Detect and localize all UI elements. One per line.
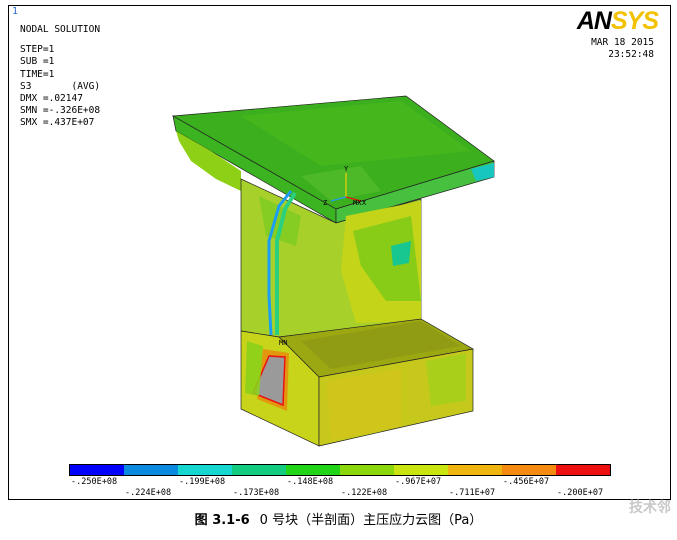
legend-label-upper: -.148E+08 xyxy=(287,477,334,487)
legend-swatch xyxy=(70,465,124,475)
axis-z-label: Z xyxy=(323,199,327,207)
figure-caption: 图 3.1-6 0 号块（半剖面）主压应力云图（Pa） xyxy=(0,509,677,528)
legend-label-lower: -.200E+07 xyxy=(557,488,604,498)
graphics-window: 1 NODAL SOLUTION STEP=1 SUB =1 TIME=1 S3… xyxy=(8,5,671,500)
figure-caption-text: 0 号块（半剖面）主压应力云图（Pa） xyxy=(259,513,483,528)
legend-label-upper: -.199E+08 xyxy=(179,477,226,487)
legend-swatch xyxy=(178,465,232,475)
stress-contour-model: Y Z X MN MX xyxy=(171,95,495,447)
legend-swatch xyxy=(232,465,286,475)
legend-swatch xyxy=(394,465,448,475)
watermark: 技术邻 xyxy=(629,500,671,516)
contour-legend: -.250E+08 -.199E+08 -.148E+08 -.967E+07 -.45… xyxy=(69,464,629,499)
legend-swatch xyxy=(340,465,394,475)
legend-label-upper: -.250E+08 xyxy=(71,477,118,487)
legend-labels: -.250E+08 -.199E+08 -.148E+08 -.967E+07 -.45… xyxy=(69,476,629,499)
legend-label-lower: -.173E+08 xyxy=(233,488,280,498)
mn-marker: MN xyxy=(279,339,287,347)
mx-marker: MX xyxy=(353,199,362,207)
legend-swatch xyxy=(448,465,502,475)
legend-label-lower: -.224E+08 xyxy=(125,488,172,498)
figure-number: 图 3.1-6 xyxy=(194,513,250,528)
legend-swatch xyxy=(502,465,556,475)
legend-swatch xyxy=(124,465,178,475)
legend-label-lower: -.711E+07 xyxy=(449,488,496,498)
legend-swatch xyxy=(286,465,340,475)
legend-label-lower: -.122E+08 xyxy=(341,488,388,498)
legend-label-upper: -.967E+07 xyxy=(395,477,442,487)
legend-label-upper: -.456E+07 xyxy=(503,477,550,487)
legend-swatch xyxy=(556,465,610,475)
legend-color-bar xyxy=(69,464,611,476)
